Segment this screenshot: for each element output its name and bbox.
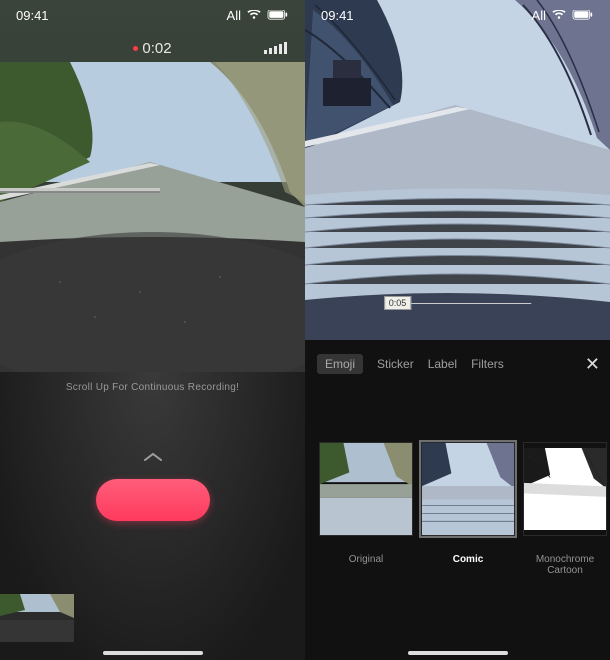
chevron-up-icon[interactable] [0, 449, 305, 467]
wifi-icon [552, 10, 566, 20]
status-right: All [227, 8, 289, 23]
status-bar: 09:41 All [305, 0, 610, 30]
left-screen: 09:41 All 0:02 Scroll Up [0, 0, 305, 660]
battery-icon [572, 10, 594, 20]
close-icon[interactable]: ✕ [585, 354, 600, 375]
rec-time-value: 0:02 [142, 40, 171, 57]
playback-scrubber[interactable]: 0:05 [384, 296, 532, 310]
filter-original[interactable]: Original [319, 442, 413, 576]
filter-comic[interactable]: Comic [421, 442, 515, 576]
playback-time: 0:05 [384, 296, 412, 310]
network-label: All [532, 8, 546, 23]
battery-icon [267, 10, 289, 20]
tab-label[interactable]: Label [428, 357, 457, 371]
effects-tabs: Emoji Sticker Label Filters ✕ [305, 348, 610, 380]
filter-label-comic: Comic [421, 554, 515, 565]
right-screen: 09:41 All [305, 0, 610, 660]
filter-comic-thumb [422, 443, 514, 535]
filter-label-original: Original [319, 554, 413, 565]
scrub-line [411, 303, 531, 304]
filter-preview[interactable]: 0:05 [305, 0, 610, 340]
filter-monochrome[interactable]: Monochrome Cartoon [523, 442, 607, 576]
home-indicator[interactable] [408, 651, 508, 655]
filters-carousel[interactable]: Original Comic [319, 442, 610, 576]
status-bar: 09:41 All [0, 0, 305, 30]
audio-level-icon [264, 42, 287, 54]
filter-monochrome-thumb [524, 443, 606, 535]
wifi-icon [247, 10, 261, 20]
scroll-hint-text: Scroll Up For Continuous Recording! [0, 382, 305, 393]
tab-filters[interactable]: Filters [471, 357, 504, 371]
network-label: All [227, 8, 241, 23]
comic-scene [305, 0, 610, 340]
tab-sticker[interactable]: Sticker [377, 357, 414, 371]
thumb-image [0, 594, 74, 642]
filter-label-monochrome: Monochrome Cartoon [523, 554, 607, 576]
camera-viewfinder[interactable] [0, 62, 305, 372]
tab-emoji[interactable]: Emoji [317, 354, 363, 374]
home-indicator[interactable] [103, 651, 203, 655]
status-time: 09:41 [321, 8, 354, 23]
status-time: 09:41 [16, 8, 49, 23]
recording-timer: 0:02 [0, 40, 305, 57]
record-dot-icon [133, 46, 138, 51]
clip-thumbnail[interactable] [0, 594, 74, 642]
status-right: All [532, 8, 594, 23]
record-button[interactable] [96, 479, 210, 521]
road-scene [0, 62, 305, 372]
filter-original-thumb [320, 443, 412, 535]
